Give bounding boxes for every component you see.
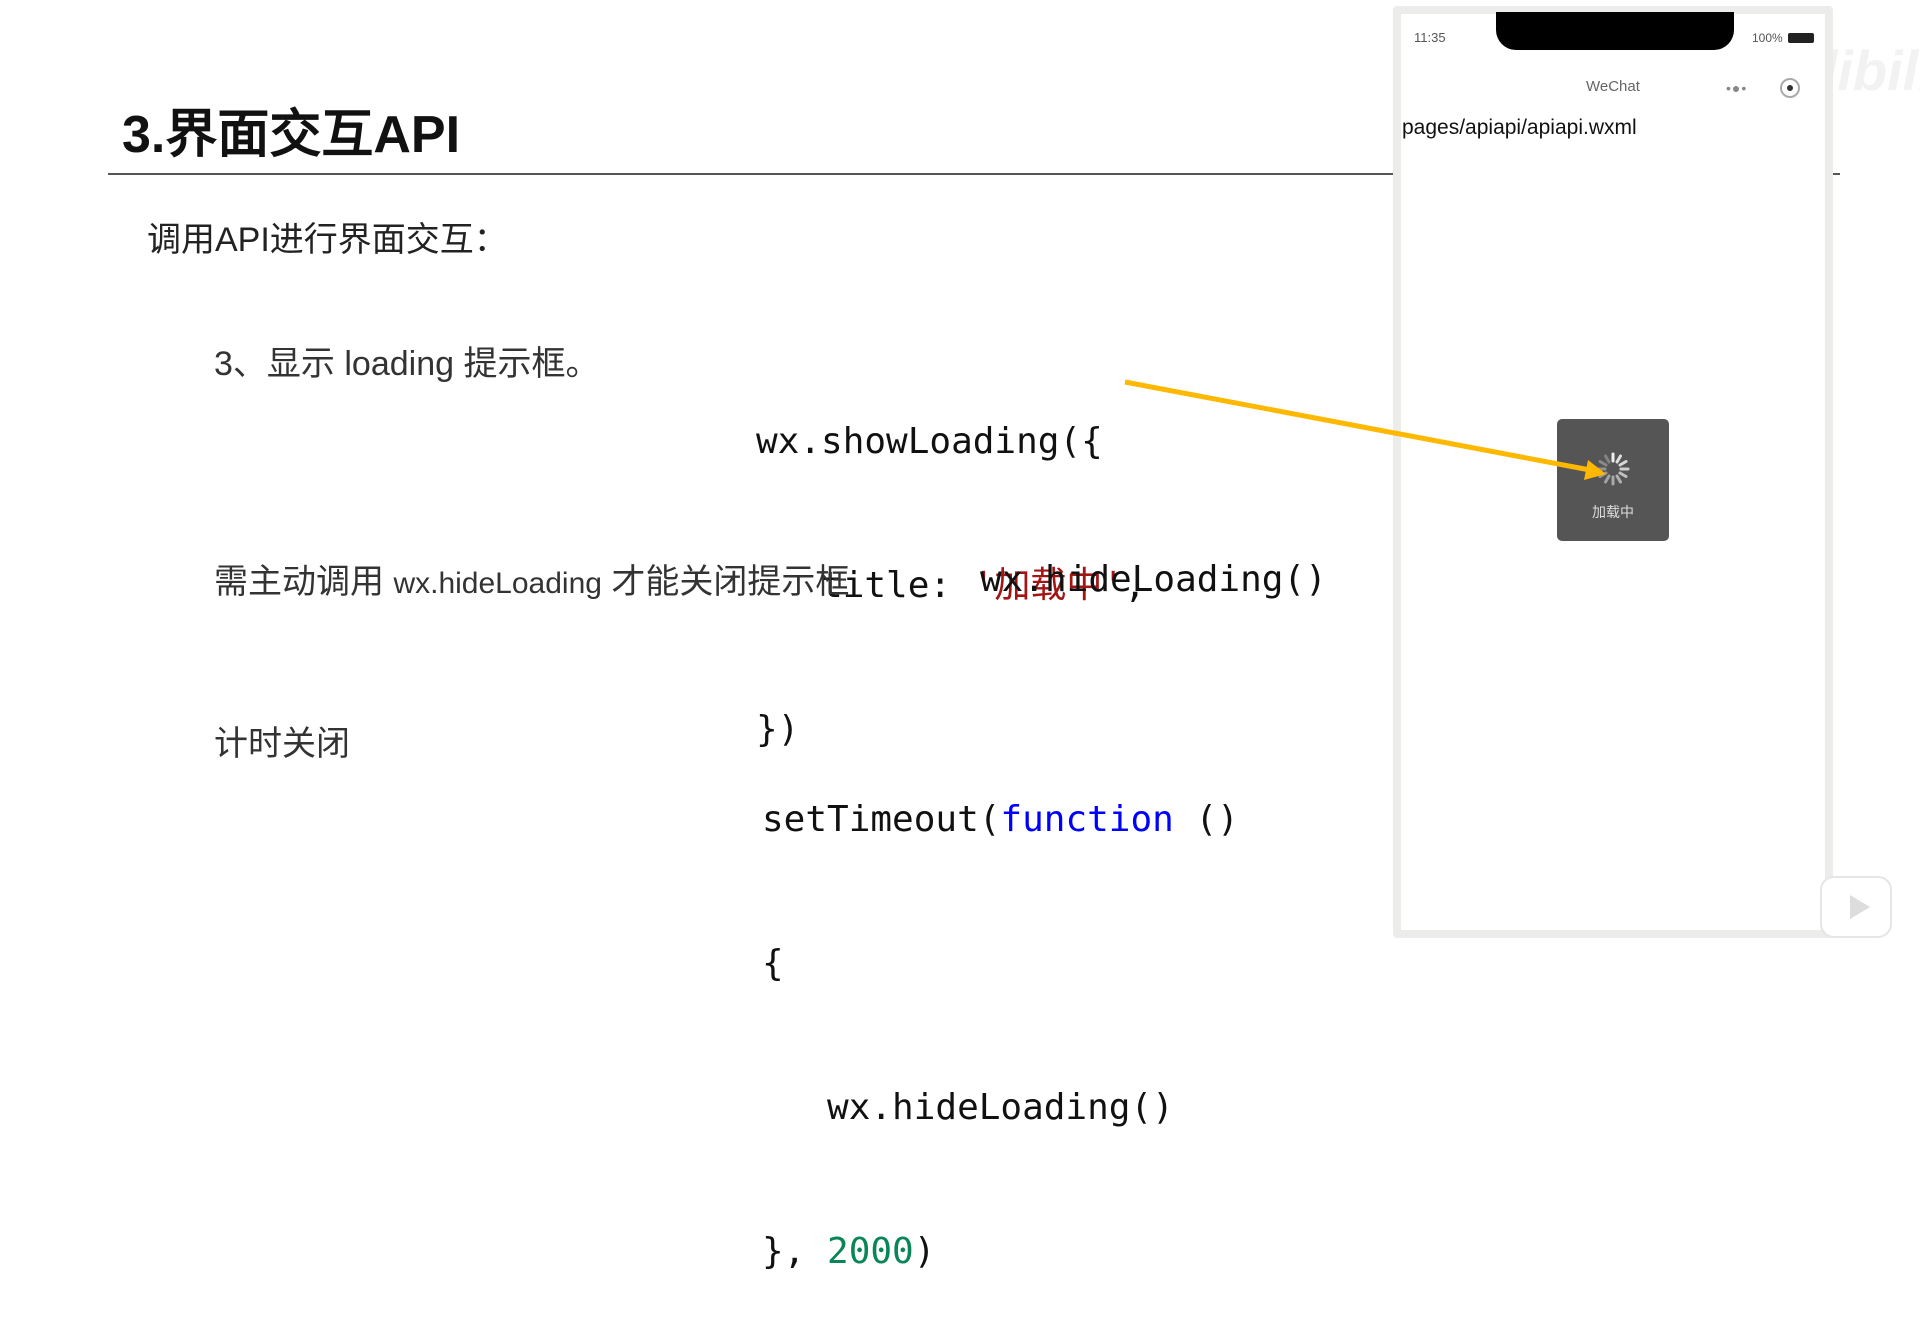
arrow-line — [1124, 379, 1591, 473]
annotation-arrow — [1124, 379, 1606, 480]
code-token: }, — [762, 1231, 828, 1272]
code-line: wx.hideLoading() — [762, 1087, 1174, 1128]
code-token: ) — [913, 1231, 936, 1272]
code-number: 2000 — [827, 1231, 914, 1272]
arrow-head — [1584, 460, 1606, 480]
code-line: }, 2000) — [762, 1228, 1239, 1276]
play-button[interactable] — [1820, 876, 1892, 938]
